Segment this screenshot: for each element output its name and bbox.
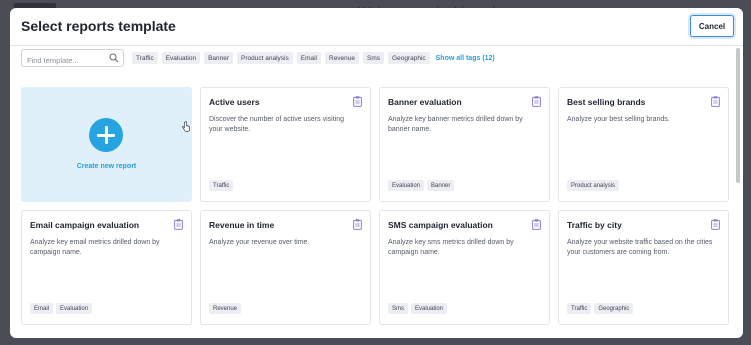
template-card-banner-evaluation[interactable]: Banner evaluation Analyze key banner met… (379, 87, 550, 202)
card-title: Traffic by city (567, 220, 622, 230)
filter-row: Traffic Evaluation Banner Product analys… (21, 49, 723, 69)
card-description: Analyze key email metrics drilled down b… (30, 239, 160, 256)
select-template-modal: Select reports template Cancel Traffic E… (10, 8, 743, 338)
create-new-report-label: Create new report (76, 163, 137, 170)
plus-icon[interactable] (89, 118, 123, 152)
card-tag: Evaluation (411, 303, 448, 314)
card-tag: Traffic (209, 180, 234, 191)
card-title: Banner evaluation (388, 97, 462, 107)
card-title: Email campaign evaluation (30, 220, 140, 230)
clipboard-icon[interactable] (353, 219, 362, 230)
template-card-best-selling-brands[interactable]: Best selling brands Analyze your best se… (558, 87, 729, 202)
tag-filter-banner[interactable]: Banner (204, 52, 234, 64)
tag-filter-traffic[interactable]: Traffic (132, 52, 158, 64)
card-tag: Sms (388, 303, 408, 314)
clipboard-icon[interactable] (174, 219, 183, 230)
tag-filter-sms[interactable]: Sms (363, 52, 385, 64)
tag-filter-email[interactable]: Email (296, 52, 321, 64)
card-description: Analyze your best selling brands. (567, 116, 670, 123)
card-tag: Product analysis (567, 180, 620, 191)
cancel-button[interactable]: Cancel (690, 15, 734, 37)
modal-scrollbar[interactable] (736, 48, 740, 183)
tag-filter-evaluation[interactable]: Evaluation (161, 52, 201, 64)
search-icon (109, 53, 119, 63)
card-tags: Product analysis (567, 180, 622, 191)
template-card-active-users[interactable]: Active users Discover the number of acti… (200, 87, 371, 202)
card-description: Analyze key sms metrics drilled down by … (388, 239, 514, 256)
clipboard-icon[interactable] (711, 219, 720, 230)
card-tags: Email Evaluation (30, 303, 95, 314)
mouse-cursor-icon (182, 121, 190, 132)
template-grid: Create new report Active users Discover … (21, 87, 733, 338)
clipboard-icon[interactable] (532, 96, 541, 107)
card-description: Analyze key banner metrics drilled down … (388, 116, 523, 133)
modal-header: Select reports template Cancel (10, 8, 743, 46)
tag-filter-revenue[interactable]: Revenue (325, 52, 360, 64)
card-description: Discover the number of active users visi… (209, 116, 344, 133)
template-card-traffic-by-city[interactable]: Traffic by city Analyze your website tra… (558, 210, 729, 325)
card-title: Active users (209, 97, 260, 107)
template-card-email-campaign-evaluation[interactable]: Email campaign evaluation Analyze key em… (21, 210, 192, 325)
card-tag: Revenue (209, 303, 242, 314)
card-tags: Evaluation Banner (388, 180, 457, 191)
show-all-tags-link[interactable]: Show all tags (12) (436, 55, 495, 62)
clipboard-icon[interactable] (353, 96, 362, 107)
search-box[interactable] (21, 49, 124, 69)
create-new-report-card[interactable]: Create new report (21, 87, 192, 202)
card-tags: Traffic (209, 180, 236, 191)
card-title: Revenue in time (209, 220, 275, 230)
card-tag: Email (30, 303, 54, 314)
card-tag: Evaluation (388, 180, 425, 191)
clipboard-icon[interactable] (532, 219, 541, 230)
card-description: Analyze your revenue over time. (209, 239, 310, 246)
modal-title: Select reports template (21, 18, 176, 34)
clipboard-icon[interactable] (711, 96, 720, 107)
template-card-sms-campaign-evaluation[interactable]: SMS campaign evaluation Analyze key sms … (379, 210, 550, 325)
card-title: Best selling brands (567, 97, 646, 107)
card-tag: Geographic (594, 303, 634, 314)
card-tags: Revenue (209, 303, 244, 314)
card-tag: Banner (427, 180, 455, 191)
tag-filter-geographic[interactable]: Geographic (388, 52, 430, 64)
card-description: Analyze your website traffic based on th… (567, 239, 713, 256)
card-title: SMS campaign evaluation (388, 220, 493, 230)
card-tag: Evaluation (56, 303, 93, 314)
card-tags: Sms Evaluation (388, 303, 450, 314)
card-tags: Traffic Geographic (567, 303, 636, 314)
search-input[interactable] (22, 52, 102, 69)
card-tag: Traffic (567, 303, 592, 314)
tag-filter-product-analysis[interactable]: Product analysis (237, 52, 293, 64)
template-card-revenue-in-time[interactable]: Revenue in time Analyze your revenue ove… (200, 210, 371, 325)
